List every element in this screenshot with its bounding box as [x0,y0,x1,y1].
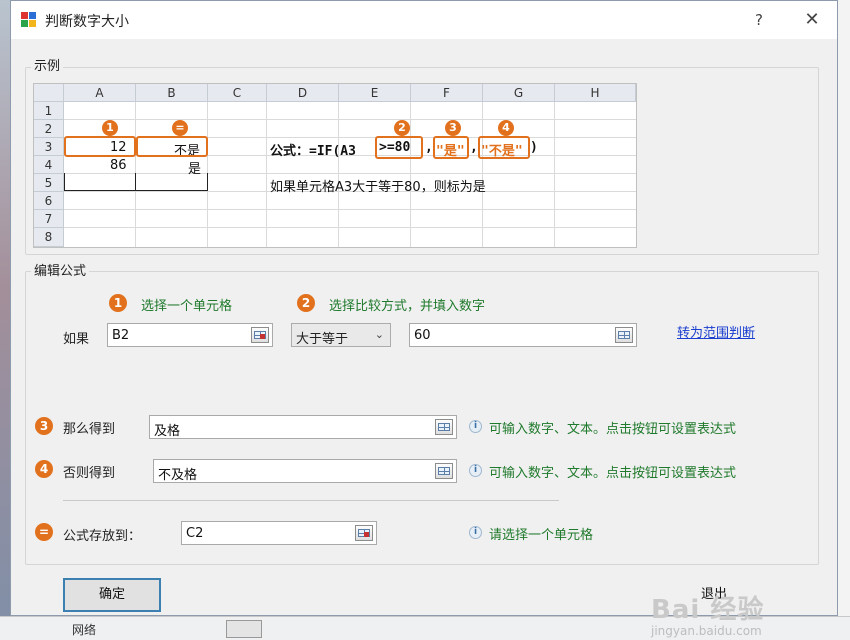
formula-prefix: 公式：=IF(A3 [270,144,356,159]
if-label: 如果 [63,332,90,347]
grid-line [554,102,555,247]
store-cell-value: C2 [186,526,204,541]
store-badge: = [35,523,53,541]
example-spreadsheet: A B C D E F G H 1 2 3 4 5 6 7 8 12 不是 86… [33,83,637,248]
column-header: B [136,84,208,102]
formula-yes: "是" [436,144,465,159]
info-icon: i [469,420,482,433]
row-header: 5 [34,174,64,192]
compare-value-input[interactable]: 60 [409,323,637,347]
info-icon: i [469,464,482,477]
formula-no: "不是" [481,144,523,159]
column-header: D [267,84,339,102]
badge-4: 4 [498,120,514,136]
store-cell-input[interactable]: C2 [181,521,377,545]
chevron-down-icon: ⌄ [374,328,384,341]
else-value: 不及格 [158,468,198,483]
sheet-corner [34,84,64,102]
section-separator [63,500,559,501]
range-judge-link[interactable]: 转为范围判断 [677,322,755,341]
judge-number-dialog: 判断数字大小 ? ✕ 示例 A B C D E F G H 1 2 3 4 5 … [10,0,838,638]
watermark-site: jingyan.baidu.com [651,624,762,638]
edit-formula-group-title: 编辑公式 [31,260,90,279]
expression-picker-icon[interactable] [435,463,453,479]
ok-button[interactable]: 确定 [63,578,161,612]
row-header: 3 [34,138,64,156]
dialog-client: 示例 A B C D E F G H 1 2 3 4 5 6 7 8 12 不是… [11,39,837,638]
column-header: F [411,84,483,102]
formula-comma-2: , [470,140,478,155]
formula-condition: >=80 [379,140,411,155]
formula-explanation: 如果单元格A3大于等于80，则标为是 [270,180,486,195]
column-header: G [483,84,555,102]
column-header: H [555,84,636,102]
background-window-edge [838,0,850,639]
grid-line [64,119,636,120]
row4-border [64,173,208,191]
expression-picker-icon[interactable] [615,327,633,343]
formula-comma-1: , [425,140,433,155]
compare-operator-value: 大于等于 [296,332,349,347]
cell-picker-icon[interactable] [355,525,373,541]
close-button[interactable]: ✕ [799,9,825,31]
background-splitter [226,620,262,638]
cell-picker-icon[interactable] [251,327,269,343]
background-tree-item: 网络 [72,623,97,637]
step-1-hint: 选择一个单元格 [141,299,233,314]
then-hint: 可输入数字、文本。点击按钮可设置表达式 [489,422,737,437]
expression-picker-icon[interactable] [435,419,453,435]
window-title: 判断数字大小 [45,14,129,30]
column-header: C [208,84,267,102]
grid-line [410,102,411,247]
highlight-b3 [136,136,208,157]
column-header: E [339,84,411,102]
grid-line [482,102,483,247]
highlight-a3 [64,136,136,157]
row-header: 4 [34,156,64,174]
row-header: 1 [34,102,64,120]
info-icon: i [469,526,482,539]
grid-line [64,227,636,228]
help-button[interactable]: ? [747,9,771,31]
step-3-badge: 3 [35,417,53,435]
watermark-brand: Bai 经验 [651,595,765,625]
row-header: 6 [34,192,64,210]
else-hint: 可输入数字、文本。点击按钮可设置表达式 [489,466,737,481]
row-header: 8 [34,228,64,247]
step-2-badge: 2 [297,294,315,312]
step-4-badge: 4 [35,460,53,478]
condition-cell-input[interactable]: B2 [107,323,273,347]
step-1-badge: 1 [109,294,127,312]
else-value-input[interactable]: 不及格 [153,459,457,483]
row4-divider [135,173,136,191]
badge-2: 2 [394,120,410,136]
cell-a4: 86 [110,158,127,173]
compare-operator-select[interactable]: 大于等于 ⌄ [291,323,391,347]
badge-equals: = [172,120,188,136]
store-label: 公式存放到： [63,529,142,544]
grid-line [338,102,339,247]
titlebar: 判断数字大小 ? ✕ [11,1,837,39]
example-group-title: 示例 [31,55,64,74]
grid-line [266,102,267,247]
step-2-hint: 选择比较方式，并填入数字 [329,299,486,314]
condition-cell-value: B2 [112,328,130,343]
grid-line [64,209,636,210]
row-header: 7 [34,210,64,228]
watermark: Bai 经验 jingyan.baidu.com [651,589,764,638]
cell-b4: 是 [188,162,202,177]
badge-1: 1 [102,120,118,136]
compare-value: 60 [414,328,431,343]
row-header: 2 [34,120,64,138]
store-hint: 请选择一个单元格 [489,528,594,543]
then-label: 那么得到 [63,422,116,437]
app-icon [21,12,37,28]
column-header: A [64,84,136,102]
else-label: 否则得到 [63,466,116,481]
badge-3: 3 [445,120,461,136]
then-value-input[interactable]: 及格 [149,415,457,439]
then-value: 及格 [154,424,181,439]
formula-suffix: ) [530,140,538,155]
